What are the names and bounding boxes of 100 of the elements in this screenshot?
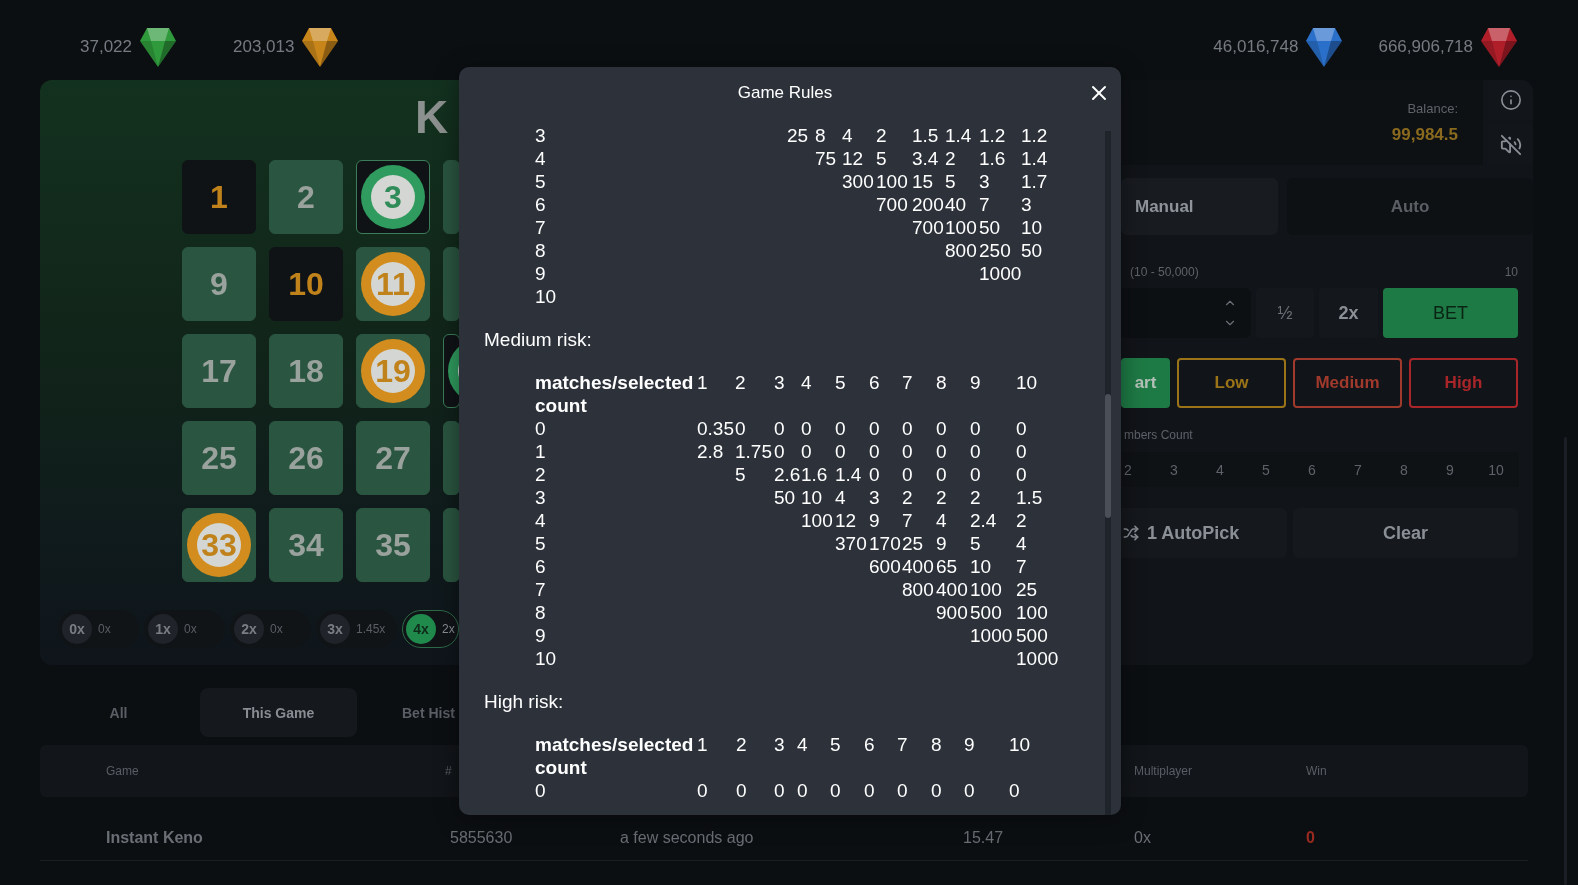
table-cell: 0: [936, 463, 970, 486]
bet-side-value: 10: [1504, 265, 1518, 279]
table-cell: 600: [869, 555, 902, 578]
table-cell: 800: [902, 578, 936, 601]
history-tab[interactable]: This Game: [200, 688, 357, 737]
number-tile[interactable]: 9: [182, 247, 256, 321]
multiplier-badge: 0x: [62, 614, 92, 644]
bet-input[interactable]: [1121, 288, 1251, 338]
multiplier-badge: 3x: [320, 614, 350, 644]
counter-value: 37,022: [80, 36, 132, 57]
clear-button[interactable]: Clear: [1293, 508, 1518, 558]
column-header: 3: [774, 371, 801, 417]
column-header: Multiplayer: [1134, 764, 1193, 778]
number-tile[interactable]: 35: [356, 508, 430, 582]
number-tile[interactable]: 3: [356, 160, 430, 234]
ball-icon: [187, 513, 251, 577]
autopick-button[interactable]: 1 AutoPick: [1121, 508, 1287, 558]
history-tab[interactable]: Bet Hist: [360, 688, 458, 737]
table-cell: 4: [936, 509, 970, 532]
column-header: matches/selected count: [535, 371, 695, 417]
table-cell: 0: [970, 463, 1016, 486]
column-header: 9: [964, 733, 976, 757]
multiplier-badge: 2x: [234, 614, 264, 644]
table-cell-text: 7: [535, 578, 547, 601]
table-cell: 250: [979, 239, 1021, 262]
table-cell-text: 400: [936, 578, 969, 601]
column-header: 9: [970, 371, 982, 395]
table-cell-text: 100: [876, 170, 909, 193]
table-cell: a few seconds ago: [620, 828, 754, 847]
number-tile[interactable]: 27: [356, 421, 430, 495]
scrollbar-thumb[interactable]: [1105, 394, 1111, 518]
table-cell-text: 1000: [1016, 647, 1060, 670]
table-cell-text: 1.4: [945, 124, 973, 147]
column-header: 6: [869, 371, 902, 417]
risk-button[interactable]: art: [1121, 358, 1170, 408]
table-cell-text: 4: [1016, 532, 1028, 555]
table-cell: 0: [970, 417, 1016, 440]
table-cell: 0: [801, 440, 835, 463]
number-tile[interactable]: 18: [269, 334, 343, 408]
risk-button[interactable]: Low: [1177, 358, 1286, 408]
table-cell: 900: [936, 601, 970, 624]
table-cell: 0: [931, 779, 964, 802]
bet-button[interactable]: BET: [1383, 288, 1518, 338]
risk-button[interactable]: High: [1409, 358, 1518, 408]
dialog-title: Game Rules: [737, 83, 833, 103]
table-cell: 12: [835, 509, 869, 532]
table-cell: 2: [902, 486, 936, 509]
number-tile[interactable]: 26: [269, 421, 343, 495]
number-tile[interactable]: 10: [269, 247, 343, 321]
table-cell-text: 3: [535, 486, 547, 509]
number-tile[interactable]: 2: [269, 160, 343, 234]
table-cell: 0: [801, 417, 835, 440]
column-header: 8: [936, 371, 970, 417]
column-header: Win: [1306, 764, 1327, 778]
table-cell-text: 8: [535, 239, 547, 262]
table-cell: 0: [774, 417, 801, 440]
table-cell: 0: [1306, 828, 1315, 847]
table-cell-text: 5: [535, 532, 547, 555]
number-tile[interactable]: 19: [356, 334, 430, 408]
table-cell: 25: [787, 124, 815, 147]
payout-text: 0x: [270, 622, 283, 636]
mode-tab[interactable]: Manual: [1121, 178, 1278, 235]
game-title: K: [415, 94, 449, 140]
mode-tab[interactable]: Auto: [1287, 178, 1533, 235]
table-cell-text: 3: [535, 124, 547, 147]
history-tab[interactable]: All: [40, 688, 197, 737]
column-header: 2: [735, 371, 774, 417]
risk-heading: Medium risk:: [484, 328, 592, 351]
table-cell: 0: [735, 417, 774, 440]
number-tile[interactable]: 34: [269, 508, 343, 582]
table-cell-text: 4: [535, 147, 547, 170]
ball-icon: [361, 165, 425, 229]
table-cell: 0: [936, 417, 970, 440]
number-tile[interactable]: 11: [356, 247, 430, 321]
table-cell-text: 6: [535, 555, 547, 578]
table-cell: 5855630: [450, 828, 513, 847]
column-header: 6: [864, 733, 897, 779]
table-cell-text: 1.6: [979, 147, 1007, 170]
table-cell: 0: [774, 779, 797, 802]
column-header: #: [445, 764, 452, 778]
table-cell: 2: [936, 486, 970, 509]
risk-button[interactable]: Medium: [1293, 358, 1402, 408]
table-cell-text: 6: [535, 193, 547, 216]
number-tile[interactable]: 17: [182, 334, 256, 408]
number-tile[interactable]: 33: [182, 508, 256, 582]
table-cell-text: 0: [1016, 440, 1028, 463]
number-tile[interactable]: 25: [182, 421, 256, 495]
table-cell-text: 500: [970, 601, 1003, 624]
column-header: 5: [835, 371, 847, 395]
table-cell-text: 1.2: [979, 124, 1007, 147]
table-cell-text: 2: [1016, 509, 1028, 532]
table-cell: 0: [797, 779, 830, 802]
column-header: 4: [797, 733, 830, 779]
scrollbar-track[interactable]: [1105, 131, 1111, 815]
table-cell: 0: [864, 779, 897, 802]
bet-range-label: (10 - 50,000): [1130, 265, 1199, 279]
column-header: 7: [897, 733, 931, 779]
number-tile[interactable]: 1: [182, 160, 256, 234]
table-cell: 0: [964, 779, 1009, 802]
table-cell: 10: [970, 555, 1016, 578]
